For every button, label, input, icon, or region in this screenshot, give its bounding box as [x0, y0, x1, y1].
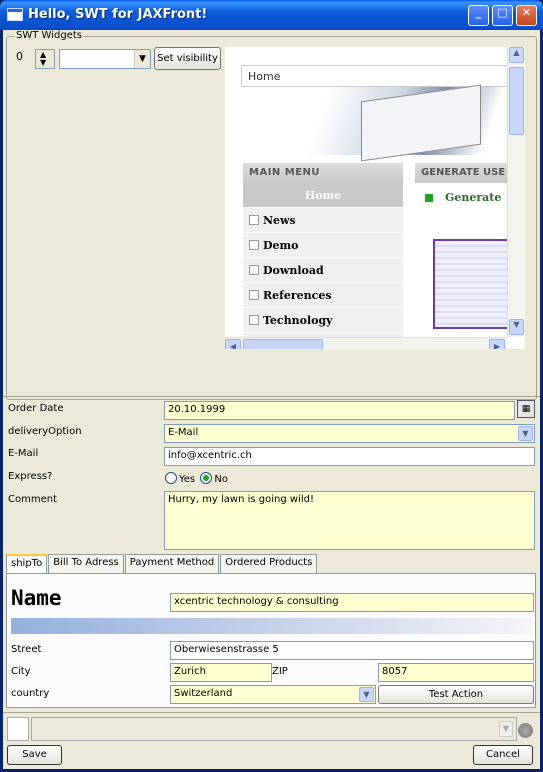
- name-heading: Name: [11, 586, 62, 610]
- bullet-icon: [249, 315, 259, 325]
- main-menu-header: MAIN MENU: [243, 163, 403, 183]
- chevron-down-icon[interactable]: ▼: [359, 687, 374, 702]
- browser-horizontal-scrollbar[interactable]: ◀ ▶: [225, 337, 507, 349]
- menu-item-label: Technology: [263, 313, 333, 327]
- test-action-button[interactable]: Test Action: [378, 685, 534, 704]
- save-button[interactable]: Save: [7, 745, 62, 765]
- email-label: E-Mail: [8, 448, 39, 459]
- tab-shipto[interactable]: shipTo: [6, 554, 48, 574]
- chevron-down-icon[interactable]: ▼: [518, 426, 533, 441]
- email-field[interactable]: info@xcentric.ch: [164, 447, 535, 466]
- shipto-panel: Name xcentric technology & consulting St…: [6, 573, 536, 708]
- menu-item-label: Download: [263, 263, 324, 277]
- chevron-down-icon: ▼: [499, 721, 513, 737]
- group-label: SWT Widgets: [14, 30, 84, 41]
- bullet-icon: [249, 265, 259, 275]
- scroll-up-icon[interactable]: ▲: [509, 47, 524, 63]
- express-no-label: No: [214, 474, 228, 485]
- minimize-button[interactable]: _: [468, 5, 489, 26]
- express-yes-radio[interactable]: [165, 472, 177, 484]
- country-value: Switzerland: [174, 688, 233, 699]
- divider: [3, 396, 540, 397]
- menu-item-download[interactable]: Download: [243, 258, 403, 283]
- delivery-option-select[interactable]: E-Mail ▼: [164, 424, 535, 443]
- status-combo: ▼: [31, 717, 517, 741]
- express-no-radio[interactable]: [200, 472, 213, 484]
- embedded-browser[interactable]: Home MAIN MENU Home News Demo Download R…: [225, 47, 525, 349]
- bullet-icon: [249, 215, 259, 225]
- express-radio-group: Yes No: [165, 472, 228, 485]
- bullet-icon: [249, 290, 259, 300]
- comment-label: Comment: [8, 494, 57, 505]
- hero-banner-image: [241, 84, 511, 162]
- title-bar[interactable]: Hello, SWT for JAXFront! _ □ ✕: [0, 0, 543, 30]
- express-label: Express?: [8, 471, 53, 482]
- scroll-thumb[interactable]: [509, 67, 524, 135]
- window-icon: [7, 8, 23, 21]
- scroll-right-icon[interactable]: ▶: [489, 339, 505, 349]
- swt-widgets-group: SWT Widgets 0 ▲ ▼ ▼ Set visibility Home …: [6, 30, 537, 400]
- city-field[interactable]: Zurich: [170, 663, 272, 682]
- zip-field[interactable]: 8057: [378, 663, 534, 682]
- spinner-value: 0: [16, 50, 23, 63]
- order-date-field[interactable]: 20.10.1999: [164, 401, 515, 420]
- menu-item-technology[interactable]: Technology: [243, 308, 403, 333]
- comment-textarea[interactable]: Hurry, my lawn is going wild!: [164, 491, 535, 550]
- browser-address-bar: Home: [241, 65, 511, 87]
- menu-item-label: News: [263, 213, 296, 227]
- scroll-left-icon[interactable]: ◀: [225, 339, 241, 349]
- delivery-option-value: E-Mail: [168, 427, 199, 438]
- set-visibility-button[interactable]: Set visibility: [154, 47, 221, 70]
- scroll-thumb[interactable]: [243, 339, 323, 349]
- chevron-down-icon[interactable]: ▼: [134, 50, 150, 68]
- street-label: Street: [11, 644, 42, 655]
- calendar-icon[interactable]: ▦: [517, 400, 535, 418]
- tab-bill-to-address[interactable]: Bill To Adress: [48, 554, 124, 573]
- spinner-down-icon[interactable]: ▼: [40, 59, 46, 67]
- city-label: City: [11, 666, 31, 677]
- widget-combo[interactable]: ▼: [59, 49, 151, 69]
- menu-item-label: Demo: [263, 238, 299, 252]
- spinner-control[interactable]: ▲ ▼: [35, 49, 55, 69]
- menu-item-home[interactable]: Home: [243, 183, 403, 208]
- generate-link-label: Generate: [445, 191, 502, 204]
- generate-link[interactable]: Generate: [425, 191, 515, 204]
- cancel-button[interactable]: Cancel: [473, 745, 533, 765]
- generate-header: GENERATE USE: [415, 163, 515, 183]
- section-divider-bar: [11, 618, 531, 634]
- name-field[interactable]: xcentric technology & consulting: [170, 593, 534, 612]
- status-indicator-box: [7, 717, 29, 741]
- generate-panel: GENERATE USE Generate: [415, 163, 523, 339]
- zip-label: ZIP: [272, 666, 288, 677]
- tab-ordered-products[interactable]: Ordered Products: [220, 554, 318, 573]
- green-square-icon: [425, 193, 433, 202]
- menu-item-demo[interactable]: Demo: [243, 233, 403, 258]
- window-title: Hello, SWT for JAXFront!: [28, 7, 208, 22]
- menu-item-news[interactable]: News: [243, 208, 403, 233]
- country-label: country: [11, 688, 50, 699]
- maximize-button[interactable]: □: [492, 5, 513, 26]
- country-select[interactable]: Switzerland ▼: [170, 685, 376, 704]
- bullet-icon: [249, 240, 259, 250]
- tab-payment-method[interactable]: Payment Method: [124, 554, 220, 573]
- close-button[interactable]: ✕: [516, 5, 537, 26]
- main-menu: MAIN MENU Home News Demo Download Refere…: [243, 163, 403, 339]
- order-date-label: Order Date: [8, 403, 64, 414]
- delivery-option-label: deliveryOption: [8, 426, 82, 437]
- menu-item-references[interactable]: References: [243, 283, 403, 308]
- window-content: SWT Widgets 0 ▲ ▼ ▼ Set visibility Home …: [3, 30, 540, 769]
- browser-vertical-scrollbar[interactable]: ▲ ▼: [507, 47, 524, 337]
- menu-item-label: References: [263, 288, 332, 302]
- tab-bar: shipTo Bill To Adress Payment Method Ord…: [6, 554, 318, 574]
- express-yes-label: Yes: [179, 474, 196, 485]
- scroll-down-icon[interactable]: ▼: [509, 319, 524, 335]
- menu-item-label: Home: [304, 188, 342, 202]
- street-field[interactable]: Oberwiesenstrasse 5: [170, 641, 534, 660]
- divider: [3, 712, 540, 713]
- application-window: Hello, SWT for JAXFront! _ □ ✕ SWT Widge…: [0, 0, 543, 772]
- status-light-icon: [518, 723, 533, 738]
